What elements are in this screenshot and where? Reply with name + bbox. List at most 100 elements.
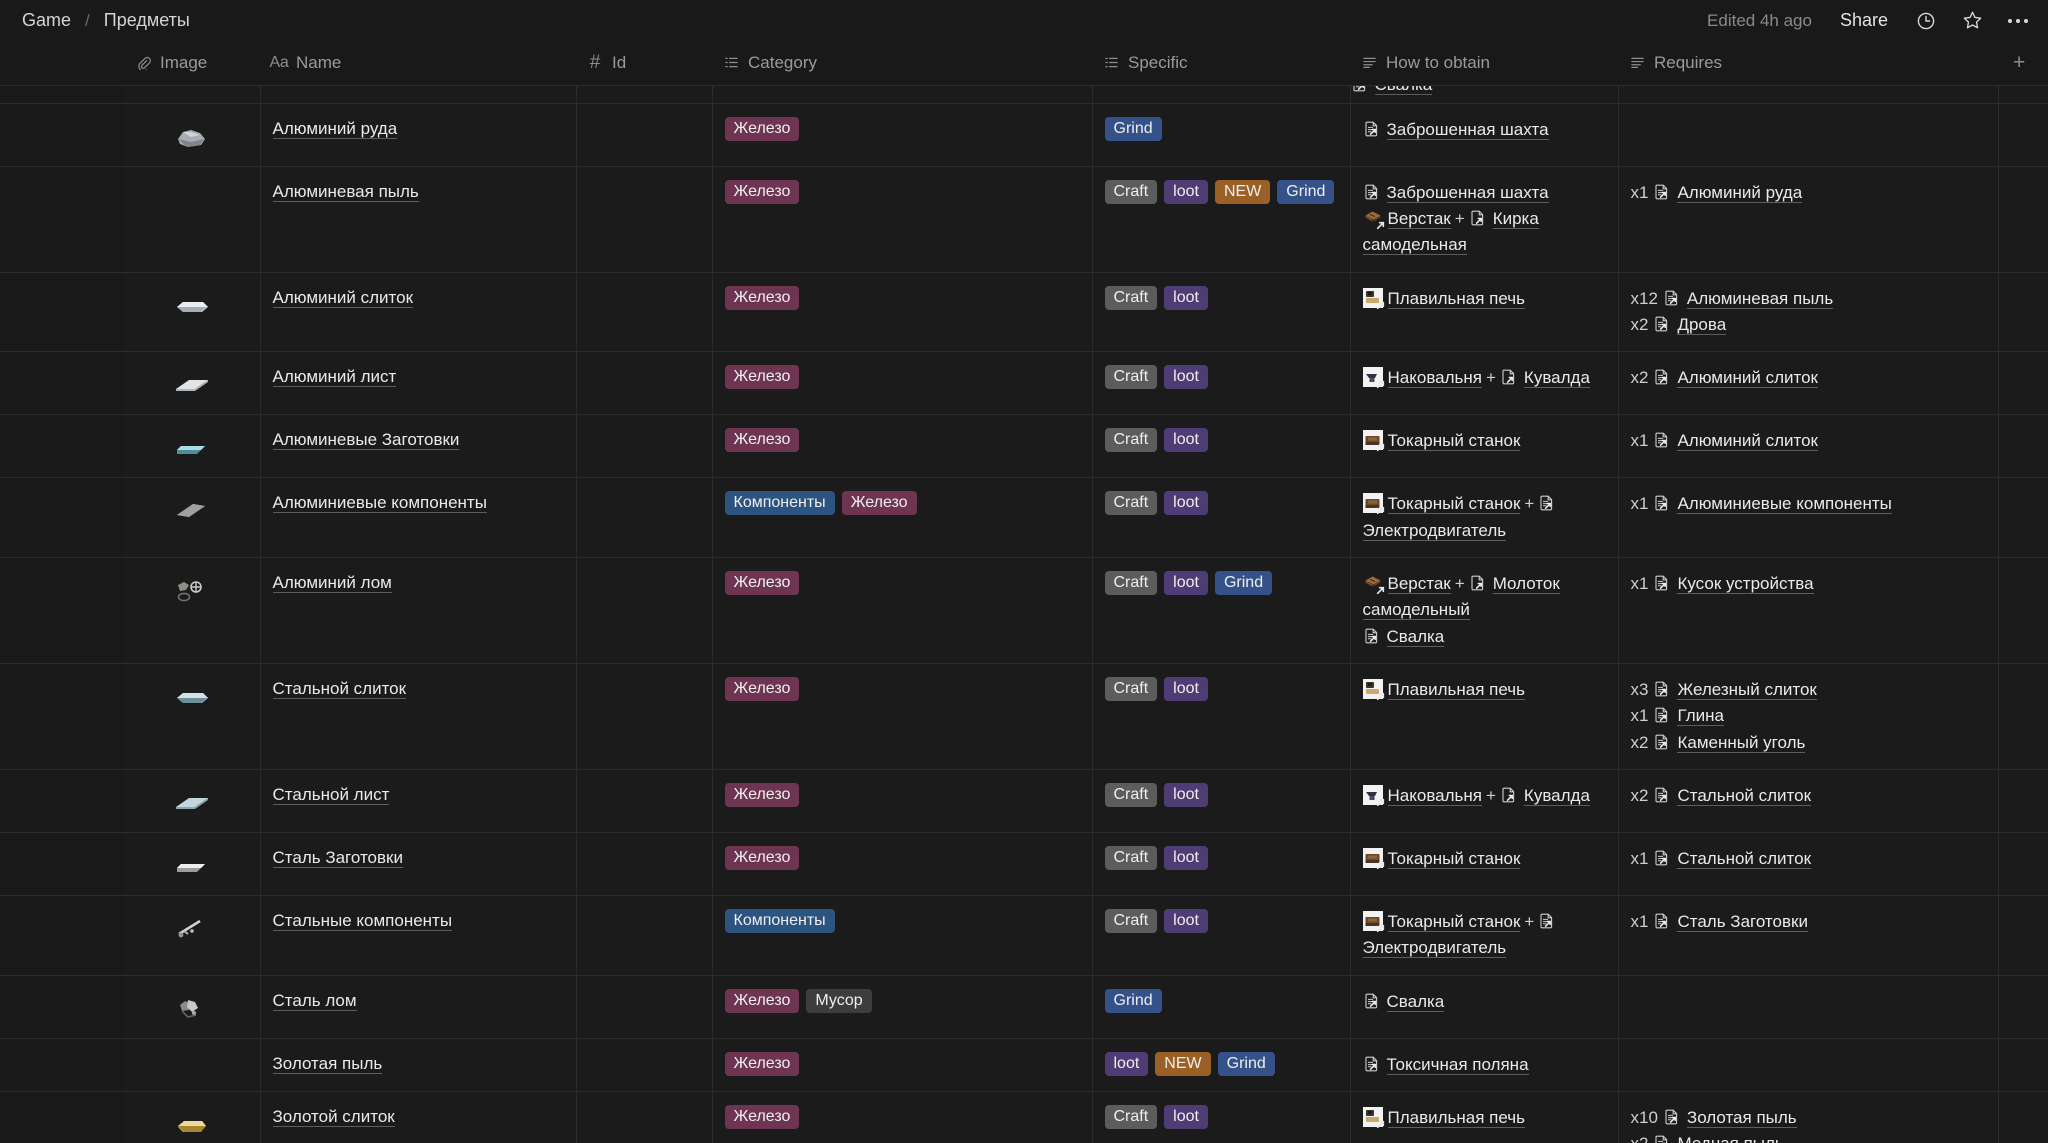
table-row[interactable]: Алюминевая пыль Железо Craft loot NEW Grind За… xyxy=(0,165,2048,273)
cell-specific[interactable]: Craft loot Grind xyxy=(1092,556,1351,664)
page-link[interactable]: Кусок устройства xyxy=(1677,573,1814,594)
tag-loot[interactable]: loot xyxy=(1164,285,1208,310)
item-name-link[interactable]: Алюминиевые компоненты xyxy=(272,493,487,514)
cell-specific[interactable]: loot NEW Grind xyxy=(1092,1037,1351,1092)
tag-Железо[interactable]: Железо xyxy=(724,116,800,141)
tag-Железо[interactable]: Железо xyxy=(841,491,917,516)
cell-name[interactable]: Стальные компоненты xyxy=(260,894,577,976)
table-row[interactable]: Стальные компоненты Компоненты Craft loot То… xyxy=(0,894,2048,976)
item-thumbnail[interactable] xyxy=(170,430,214,464)
column-header-name[interactable]: Aa Name xyxy=(260,41,576,85)
tag-Craft[interactable]: Craft xyxy=(1104,179,1158,204)
cell-specific[interactable]: Craft loot xyxy=(1092,271,1351,352)
database-table-container[interactable]: Image Aa Name # Id Category Specific How… xyxy=(0,41,2048,1143)
tag-Craft[interactable]: Craft xyxy=(1104,845,1158,870)
page-link[interactable]: Алюминий руда xyxy=(1677,182,1803,203)
tag-Craft[interactable]: Craft xyxy=(1104,428,1158,453)
page-link[interactable]: Алюминий слиток xyxy=(1677,431,1818,452)
cell-specific[interactable]: Craft loot xyxy=(1092,894,1351,976)
column-header-id[interactable]: # Id xyxy=(576,41,712,85)
cell-id[interactable] xyxy=(576,102,713,166)
cell-how-to-obtain[interactable]: Свалка xyxy=(1350,974,1619,1039)
item-name-link[interactable]: Стальной лист xyxy=(272,784,390,805)
cell-how-to-obtain[interactable]: Свалка xyxy=(1350,84,1619,103)
page-link[interactable]: Медная пыль xyxy=(1677,1134,1784,1143)
cell-specific[interactable]: Craft loot xyxy=(1092,477,1351,558)
table-row[interactable]: Алюминий руда Железо Grind Заброшенная шахт… xyxy=(0,102,2048,166)
cell-image[interactable] xyxy=(124,84,261,103)
tag-loot[interactable]: loot xyxy=(1104,1051,1149,1076)
tag-Craft[interactable]: Craft xyxy=(1104,782,1158,807)
cell-image[interactable] xyxy=(124,974,261,1039)
item-thumbnail[interactable] xyxy=(170,991,214,1025)
tag-loot[interactable]: loot xyxy=(1164,428,1208,453)
page-link[interactable]: Стальной слиток xyxy=(1677,785,1812,806)
item-name-link[interactable]: Стальные компоненты xyxy=(272,910,453,931)
item-name-link[interactable]: Алюминевая пыль xyxy=(272,181,419,202)
cell-name[interactable]: Алюминий слиток xyxy=(260,271,577,352)
cell-image[interactable] xyxy=(124,894,261,976)
item-thumbnail[interactable] xyxy=(170,911,214,945)
cell-id[interactable] xyxy=(576,477,713,558)
cell-image[interactable] xyxy=(124,556,261,664)
item-thumbnail[interactable] xyxy=(170,288,214,322)
cell-name[interactable]: Алюминий лист xyxy=(260,351,577,415)
cell-id[interactable] xyxy=(576,1037,713,1092)
cell-image[interactable] xyxy=(124,662,261,770)
item-thumbnail[interactable] xyxy=(170,367,214,401)
cell-how-to-obtain[interactable]: Токарный станок + Электродвигатель xyxy=(1350,477,1619,558)
page-link[interactable]: Алюминиевые компоненты xyxy=(1677,494,1892,515)
page-link[interactable]: Сталь Заготовки xyxy=(1677,911,1808,932)
cell-specific[interactable] xyxy=(1092,84,1351,103)
cell-specific[interactable]: Craft loot xyxy=(1092,1091,1351,1143)
page-link[interactable]: Заброшенная шахта xyxy=(1386,119,1549,140)
page-link[interactable]: Токарный станок xyxy=(1387,911,1521,932)
page-link[interactable]: Верстак xyxy=(1387,208,1451,229)
tag-Craft[interactable]: Craft xyxy=(1104,1105,1158,1129)
cell-how-to-obtain[interactable]: Плавильная печь xyxy=(1350,1091,1619,1143)
tag-Craft[interactable]: Craft xyxy=(1104,285,1158,310)
cell-id[interactable] xyxy=(576,1091,713,1143)
tag-Железо[interactable]: Железо xyxy=(724,1051,800,1076)
item-thumbnail[interactable] xyxy=(170,1107,214,1141)
tag-loot[interactable]: loot xyxy=(1164,782,1208,807)
item-name-link[interactable]: Золотой слиток xyxy=(272,1107,395,1127)
cell-name[interactable]: Алюминий лом xyxy=(260,556,577,664)
page-link[interactable]: Заброшенная шахта xyxy=(1386,182,1549,203)
star-icon[interactable] xyxy=(1958,7,1986,35)
cell-how-to-obtain[interactable]: Заброшенная шахта Верстак + Кирка самодельн… xyxy=(1350,165,1619,273)
share-button[interactable]: Share xyxy=(1834,7,1894,34)
item-name-link[interactable]: Алюминевые Заготовки xyxy=(272,430,460,451)
cell-how-to-obtain[interactable]: Заброшенная шахта xyxy=(1350,102,1619,166)
tag-Grind[interactable]: Grind xyxy=(1214,570,1273,595)
cell-how-to-obtain[interactable]: Верстак + Молоток самодельный Свалка xyxy=(1350,556,1619,664)
column-header-category[interactable]: Category xyxy=(712,41,1092,85)
table-row[interactable]: Алюминий лист Железо Craft loot Наковальня + К… xyxy=(0,351,2048,415)
cell-category[interactable]: Железо xyxy=(712,351,1093,415)
item-name-link[interactable]: Золотая пыль xyxy=(272,1053,383,1074)
cell-name[interactable] xyxy=(260,84,577,103)
cell-requires[interactable]: x12 Алюминевая пыль x2 Дрова xyxy=(1618,271,1999,352)
breadcrumb-predmety[interactable]: Предметы xyxy=(100,8,194,33)
cell-id[interactable] xyxy=(576,271,713,352)
cell-requires[interactable]: x1 Алюминий слиток xyxy=(1618,414,1999,478)
table-row[interactable]: Алюминиевые компоненты Компоненты Железо Cr… xyxy=(0,477,2048,558)
cell-how-to-obtain[interactable]: Наковальня + Кувалда xyxy=(1350,768,1619,833)
tag-Craft[interactable]: Craft xyxy=(1104,491,1158,516)
cell-name[interactable]: Алюминий руда xyxy=(260,102,577,166)
cell-id[interactable] xyxy=(576,974,713,1039)
page-link[interactable]: Свалка xyxy=(1374,86,1433,95)
cell-name[interactable]: Стальной слиток xyxy=(260,662,577,770)
item-thumbnail[interactable] xyxy=(170,785,214,819)
page-link[interactable]: Кувалда xyxy=(1523,368,1590,389)
page-link[interactable]: Дрова xyxy=(1677,314,1727,335)
cell-requires[interactable] xyxy=(1618,102,1999,166)
item-name-link[interactable]: Сталь Заготовки xyxy=(272,847,403,868)
table-row[interactable]: Золотая пыль Железо loot NEW Grind Токсичная … xyxy=(0,1037,2048,1092)
page-link[interactable]: Кувалда xyxy=(1523,785,1590,806)
cell-image[interactable] xyxy=(124,831,261,896)
clock-icon[interactable] xyxy=(1912,7,1940,35)
tag-Железо[interactable]: Железо xyxy=(724,179,800,204)
cell-category[interactable]: Железо xyxy=(712,102,1093,166)
page-link[interactable]: Глина xyxy=(1677,706,1724,727)
